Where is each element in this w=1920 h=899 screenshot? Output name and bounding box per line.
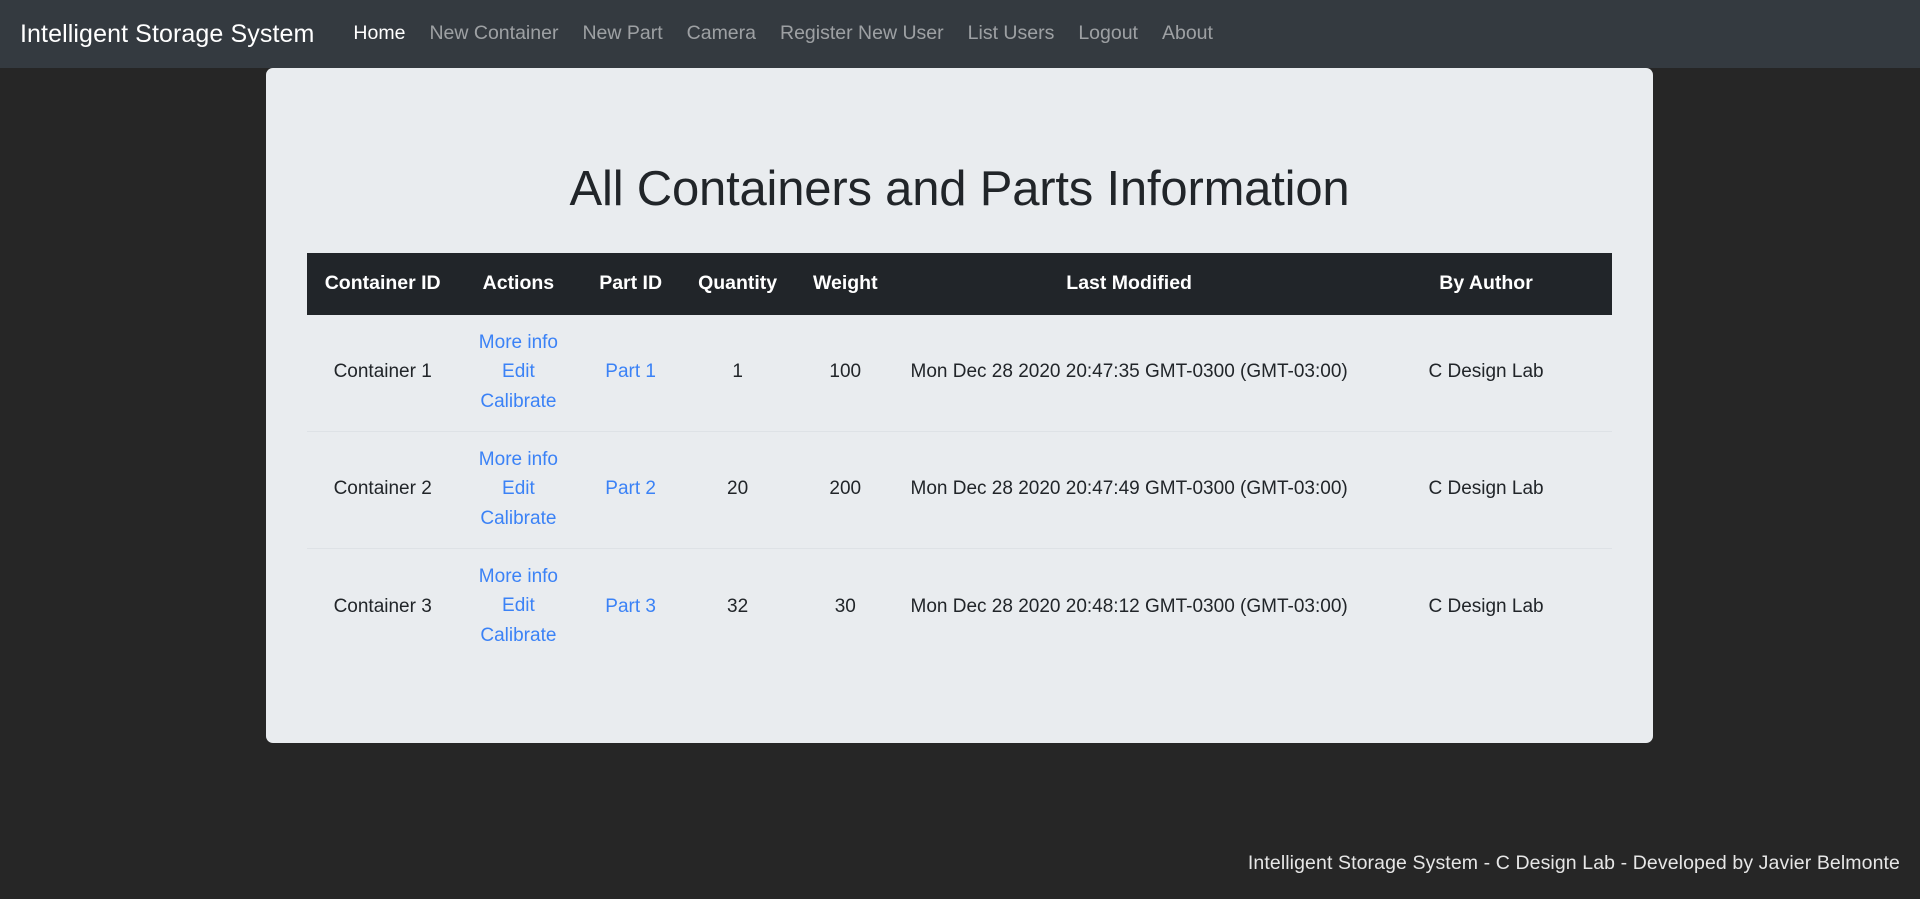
cell-container-id: Container 3 xyxy=(307,547,459,665)
nav-link-new-part[interactable]: New Part xyxy=(570,22,674,44)
cell-by-author: C Design Lab xyxy=(1360,547,1612,665)
cell-weight: 200 xyxy=(792,430,899,549)
column-header-last-modified: Last Modified xyxy=(1066,272,1192,295)
nav-item-about: About xyxy=(1150,22,1225,44)
more-info-link[interactable]: More info xyxy=(479,448,558,473)
content-card: All Containers and Parts Information Con… xyxy=(266,68,1653,743)
nav-link-register-new-user[interactable]: Register New User xyxy=(768,22,956,44)
cell-weight: 30 xyxy=(792,547,899,665)
nav-link-list-users[interactable]: List Users xyxy=(956,22,1067,44)
nav-item-home: Home xyxy=(341,22,417,44)
cell-part-id: Part 3 xyxy=(578,547,683,665)
nav-link-new-container[interactable]: New Container xyxy=(417,22,570,44)
cell-quantity: 32 xyxy=(682,547,793,665)
part-id-link[interactable]: Part 3 xyxy=(605,596,656,617)
cell-actions: More info Edit Calibrate xyxy=(458,430,579,549)
column-header-part-id: Part ID xyxy=(599,272,663,295)
nav-item-new-container: New Container xyxy=(417,22,570,44)
table-row: Container 2 More info Edit Calibrate Par… xyxy=(307,430,1612,549)
containers-parts-table: Container ID Actions Part ID Quantity We… xyxy=(307,253,1612,665)
nav-item-logout: Logout xyxy=(1066,22,1150,44)
navbar-links: Home New Container New Part Camera Regis… xyxy=(341,22,1225,44)
column-header-container-id: Container ID xyxy=(324,272,441,295)
column-header-quantity: Quantity xyxy=(698,272,778,295)
nav-item-camera: Camera xyxy=(675,22,768,44)
cell-container-id: Container 2 xyxy=(307,430,459,549)
table-header-row: Container ID Actions Part ID Quantity We… xyxy=(307,253,1612,315)
part-id-link[interactable]: Part 1 xyxy=(605,361,656,382)
part-id-link[interactable]: Part 2 xyxy=(605,478,656,499)
page-title: All Containers and Parts Information xyxy=(569,162,1350,216)
edit-link[interactable]: Edit xyxy=(502,594,535,619)
nav-item-list-users: List Users xyxy=(956,22,1067,44)
cell-quantity: 20 xyxy=(682,430,793,549)
calibrate-link[interactable]: Calibrate xyxy=(480,507,556,532)
cell-container-id: Container 1 xyxy=(333,361,432,383)
page-footer: Intelligent Storage System - C Design La… xyxy=(1247,852,1900,874)
action-list: More info Edit Calibrate xyxy=(458,448,578,532)
cell-by-author: C Design Lab xyxy=(1360,430,1612,549)
nav-link-logout[interactable]: Logout xyxy=(1066,22,1150,44)
nav-item-new-part: New Part xyxy=(570,22,674,44)
cell-actions: More info Edit Calibrate xyxy=(458,547,579,665)
action-list: More info Edit Calibrate xyxy=(458,565,578,649)
column-header-by-author: By Author xyxy=(1439,272,1533,295)
cell-quantity: 1 xyxy=(732,361,743,383)
more-info-link[interactable]: More info xyxy=(479,565,558,590)
cell-by-author: C Design Lab xyxy=(1428,361,1544,383)
navbar-brand[interactable]: Intelligent Storage System xyxy=(20,20,314,49)
cell-last-modified: Mon Dec 28 2020 20:47:49 GMT-0300 (GMT-0… xyxy=(898,430,1361,549)
cell-part-id: Part 2 xyxy=(578,430,683,549)
calibrate-link[interactable]: Calibrate xyxy=(480,624,556,649)
nav-item-register-new-user: Register New User xyxy=(768,22,956,44)
table-row: Container 1 More info Edit Calibrate Par… xyxy=(307,315,1612,432)
cell-last-modified: Mon Dec 28 2020 20:48:12 GMT-0300 (GMT-0… xyxy=(898,547,1361,665)
column-header-actions: Actions xyxy=(482,272,555,295)
top-navbar: Intelligent Storage System Home New Cont… xyxy=(0,0,1920,68)
edit-link[interactable]: Edit xyxy=(502,360,535,385)
nav-link-about[interactable]: About xyxy=(1150,22,1225,44)
nav-link-home[interactable]: Home xyxy=(341,22,417,44)
table-row: Container 3 More info Edit Calibrate Par… xyxy=(307,547,1612,665)
cell-actions: More info Edit Calibrate xyxy=(458,315,578,432)
edit-link[interactable]: Edit xyxy=(502,477,535,502)
column-header-weight: Weight xyxy=(812,272,878,295)
calibrate-link[interactable]: Calibrate xyxy=(480,390,556,415)
table-head: Container ID Actions Part ID Quantity We… xyxy=(307,253,1612,315)
table-container: Container ID Actions Part ID Quantity We… xyxy=(266,253,1653,665)
cell-part-id: Part 1 xyxy=(578,315,682,432)
nav-link-camera[interactable]: Camera xyxy=(675,22,768,44)
cell-weight: 100 xyxy=(829,361,862,383)
more-info-link[interactable]: More info xyxy=(479,331,558,356)
cell-last-modified: Mon Dec 28 2020 20:47:35 GMT-0300 (GMT-0… xyxy=(910,361,1348,383)
action-list: More info Edit Calibrate xyxy=(458,331,578,415)
table-body: Container 1 More info Edit Calibrate Par… xyxy=(307,315,1612,665)
